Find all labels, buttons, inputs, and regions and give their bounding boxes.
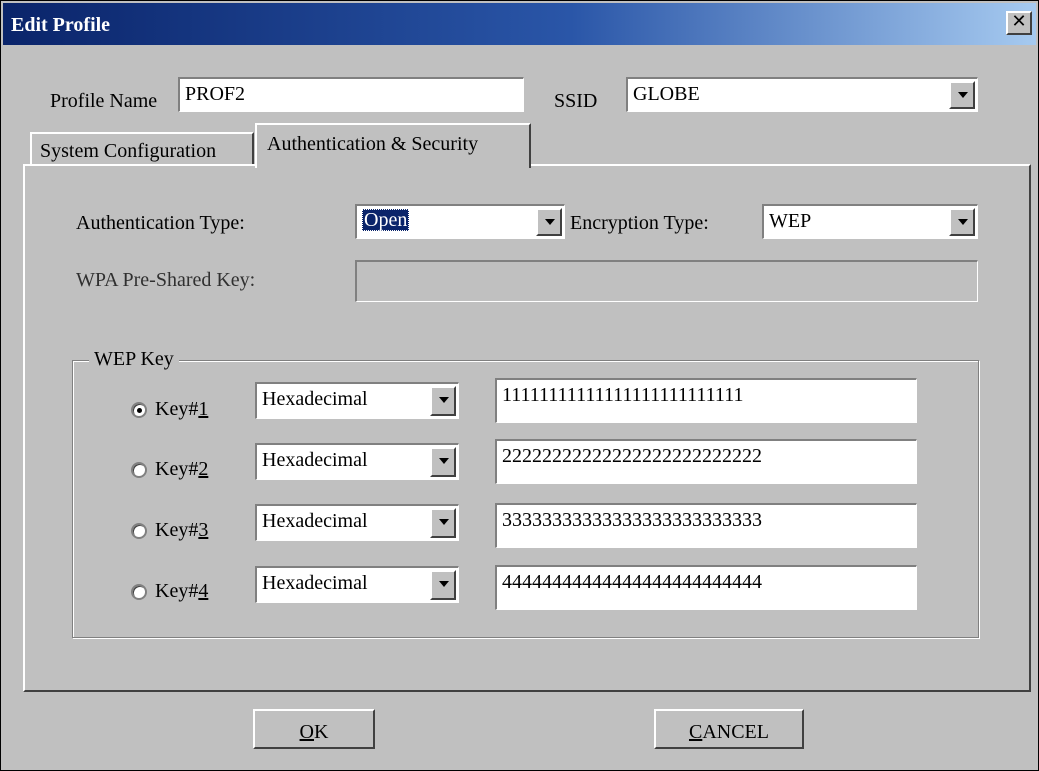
ok-button-label: OK xyxy=(299,721,329,743)
chevron-down-icon[interactable] xyxy=(430,447,456,477)
profile-name-label: Profile Name xyxy=(50,90,158,112)
key2-format-value: Hexadecimal xyxy=(262,449,368,471)
profile-name-value: PROF2 xyxy=(185,83,246,105)
key3-input[interactable]: 33333333333333333333333333 xyxy=(495,503,917,548)
key1-label: Key#1 xyxy=(155,398,209,420)
key1-input[interactable]: 11111111111111111111111111 xyxy=(495,378,917,423)
key3-value: 33333333333333333333333333 xyxy=(502,509,762,531)
chevron-down-icon[interactable] xyxy=(949,208,975,236)
key4-radio[interactable] xyxy=(131,584,147,600)
cancel-button-label: CANCEL xyxy=(688,721,769,743)
key1-format-value: Hexadecimal xyxy=(262,388,368,410)
ssid-label: SSID xyxy=(554,90,598,112)
wpa-pre-shared-key-label: WPA Pre-Shared Key: xyxy=(76,269,256,291)
key3-label: Key#3 xyxy=(155,519,209,541)
chevron-down-icon[interactable] xyxy=(536,208,562,236)
key2-label: Key#2 xyxy=(155,458,209,480)
key4-label: Key#4 xyxy=(155,580,209,602)
chevron-down-icon[interactable] xyxy=(430,386,456,416)
key4-value: 44444444444444444444444444 xyxy=(502,571,762,593)
authentication-type-value: Open xyxy=(362,209,410,231)
key2-format-dropdown[interactable]: Hexadecimal xyxy=(255,443,459,480)
encryption-type-dropdown[interactable]: WEP xyxy=(762,204,978,239)
chevron-down-icon[interactable] xyxy=(949,81,975,109)
key4-format-value: Hexadecimal xyxy=(262,572,368,594)
authentication-type-label: Authentication Type: xyxy=(76,212,245,234)
tab-label: Authentication & Security xyxy=(267,133,479,155)
ok-button[interactable]: OK xyxy=(253,709,375,749)
edit-profile-dialog: Edit Profile ✕ Profile Name PROF2 SSID G… xyxy=(0,0,1039,771)
key2-radio[interactable] xyxy=(131,462,147,478)
wep-key-group-label: WEP Key xyxy=(89,348,179,371)
key3-format-dropdown[interactable]: Hexadecimal xyxy=(255,504,459,541)
key4-format-dropdown[interactable]: Hexadecimal xyxy=(255,566,459,603)
close-button[interactable]: ✕ xyxy=(1006,11,1032,35)
encryption-type-value: WEP xyxy=(769,210,812,232)
tab-label: System Configuration xyxy=(40,140,217,162)
chevron-down-icon[interactable] xyxy=(430,508,456,538)
wpa-pre-shared-key-input[interactable] xyxy=(355,260,978,302)
tab-authentication-security[interactable]: Authentication & Security xyxy=(255,123,531,168)
key2-input[interactable]: 22222222222222222222222222 xyxy=(495,439,917,484)
window-title: Edit Profile xyxy=(11,14,111,36)
key1-format-dropdown[interactable]: Hexadecimal xyxy=(255,382,459,419)
key3-format-value: Hexadecimal xyxy=(262,510,368,532)
title-bar[interactable]: Edit Profile ✕ xyxy=(3,3,1036,45)
ssid-value: GLOBE xyxy=(633,83,700,105)
key1-value: 11111111111111111111111111 xyxy=(502,384,744,406)
chevron-down-icon[interactable] xyxy=(430,570,456,600)
cancel-button[interactable]: CANCEL xyxy=(654,709,804,749)
authentication-type-dropdown[interactable]: Open xyxy=(355,204,565,239)
key4-input[interactable]: 44444444444444444444444444 xyxy=(495,565,917,610)
key3-radio[interactable] xyxy=(131,523,147,539)
profile-name-input[interactable]: PROF2 xyxy=(178,77,524,112)
tab-system-configuration[interactable]: System Configuration xyxy=(30,132,254,166)
ssid-dropdown[interactable]: GLOBE xyxy=(626,77,978,112)
close-icon: ✕ xyxy=(1011,11,1027,32)
encryption-type-label: Encryption Type: xyxy=(570,212,709,234)
key1-radio[interactable] xyxy=(131,402,147,418)
key2-value: 22222222222222222222222222 xyxy=(502,445,762,467)
